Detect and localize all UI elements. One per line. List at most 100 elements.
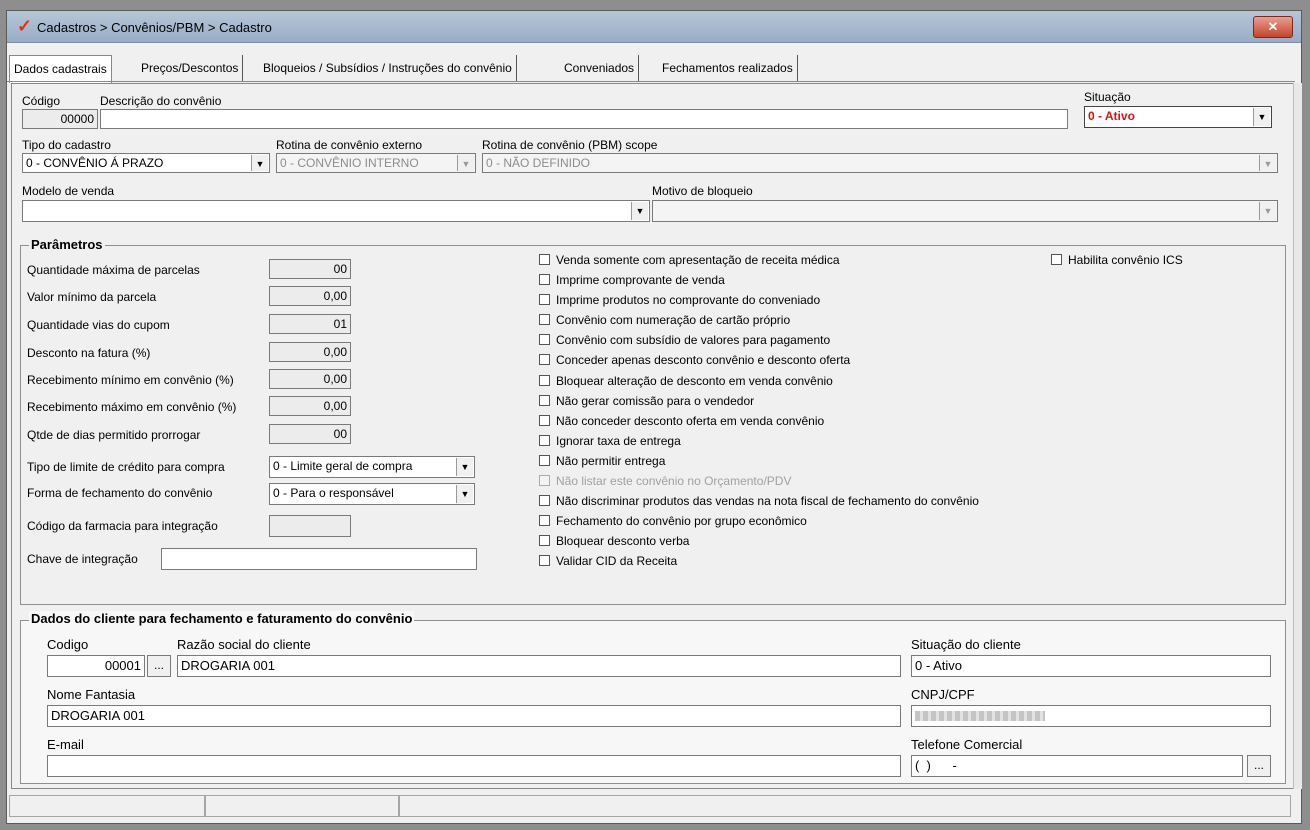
checkbox-label: Validar CID da Receita (556, 554, 678, 568)
checkbox-nao-discriminar[interactable]: Não discriminar produtos das vendas na n… (539, 492, 979, 510)
param-field-3[interactable]: 0,00 (269, 342, 351, 362)
cnpj-redacted (915, 711, 1045, 721)
status-cell-3 (399, 795, 1291, 817)
nome-fantasia-field[interactable]: DROGARIA 001 (47, 705, 901, 727)
chevron-down-icon: ▼ (251, 155, 268, 171)
checkbox-label: Convênio com subsídio de valores para pa… (556, 333, 831, 347)
razao-social-field[interactable]: DROGARIA 001 (177, 655, 901, 677)
checkbox-validar-cid[interactable]: Validar CID da Receita (539, 552, 677, 570)
checkbox-box[interactable] (539, 274, 550, 286)
checkbox-subsidio-valores[interactable]: Convênio com subsídio de valores para pa… (539, 331, 830, 349)
checkbox-box[interactable] (539, 495, 550, 507)
checkbox-label: Não listar este convênio no Orçamento/PD… (556, 474, 792, 488)
checkbox-label: Venda somente com apresentação de receit… (556, 253, 840, 267)
descricao-field[interactable] (100, 109, 1068, 129)
param-label-6: Qtde de dias permitido prorrogar (27, 428, 201, 442)
limite-credito-select[interactable]: 0 - Limite geral de compra ▼ (269, 456, 475, 478)
param-label-0: Quantidade máxima de parcelas (27, 263, 200, 277)
checkbox-label: Bloquear desconto verba (556, 534, 690, 548)
rotina-pbm-select[interactable]: 0 - NÃO DEFINIDO ▼ (482, 153, 1278, 173)
checkbox-nao-gerar-comissao[interactable]: Não gerar comissão para o vendedor (539, 392, 754, 410)
tab-bar: Dados cadastrais Preços/Descontos Bloque… (7, 55, 1301, 83)
checkbox-bloquear-alteracao[interactable]: Bloquear alteração de desconto em venda … (539, 372, 833, 390)
checkbox-bloquear-verba[interactable]: Bloquear desconto verba (539, 532, 689, 550)
checkbox-ignorar-taxa[interactable]: Ignorar taxa de entrega (539, 432, 681, 450)
chevron-down-icon: ▼ (631, 202, 648, 220)
situacao-cliente-field[interactable]: 0 - Ativo (911, 655, 1271, 677)
email-label: E-mail (47, 737, 84, 752)
checkbox-imprime-produtos[interactable]: Imprime produtos no comprovante do conve… (539, 291, 820, 309)
param-field-4[interactable]: 0,00 (269, 369, 351, 389)
chevron-down-icon: ▼ (1259, 155, 1276, 171)
vertical-scrollbar[interactable] (1293, 83, 1302, 789)
razao-social-label: Razão social do cliente (177, 637, 311, 652)
tab-conveniados[interactable]: Conveniados (560, 55, 640, 81)
cnpj-cpf-field[interactable] (911, 705, 1271, 727)
parametros-title: Parâmetros (29, 237, 105, 252)
chevron-down-icon: ▼ (1259, 202, 1276, 220)
checkbox-box[interactable] (539, 294, 550, 306)
cliente-codigo-field[interactable]: 00001 (47, 655, 145, 677)
cnpj-cpf-label: CNPJ/CPF (911, 687, 975, 702)
checkbox-box[interactable] (539, 314, 550, 326)
modelo-venda-label: Modelo de venda (22, 184, 115, 198)
email-field[interactable] (47, 755, 901, 777)
checkbox-label: Convênio com numeração de cartão próprio (556, 313, 791, 327)
situacao-cliente-label: Situação do cliente (911, 637, 1021, 652)
chave-integracao-field[interactable] (161, 548, 477, 570)
tab-bloqueios-subsidios[interactable]: Bloqueios / Subsídios / Instruções do co… (259, 55, 517, 81)
tipo-cadastro-label: Tipo do cadastro (22, 138, 111, 152)
param-field-5[interactable]: 0,00 (269, 396, 351, 416)
checkbox-cartao-proprio[interactable]: Convênio com numeração de cartão próprio (539, 311, 790, 329)
codigo-farmacia-field[interactable] (269, 515, 351, 537)
close-button[interactable]: ✕ (1253, 16, 1293, 38)
check-logo-icon: ✓ (17, 16, 33, 36)
checkbox-box[interactable] (1051, 254, 1062, 266)
modelo-venda-select[interactable]: ▼ (22, 200, 650, 222)
checkbox-box[interactable] (539, 354, 550, 366)
checkbox-nao-conceder-oferta[interactable]: Não conceder desconto oferta em venda co… (539, 412, 824, 430)
main-window: ✓ Cadastros > Convênios/PBM > Cadastro ✕… (6, 10, 1302, 824)
param-field-1[interactable]: 0,00 (269, 286, 351, 306)
situacao-select[interactable]: 0 - Ativo ▼ (1084, 106, 1272, 128)
checkbox-box[interactable] (539, 334, 550, 346)
parametros-group: Parâmetros Quantidade máxima de parcelas… (20, 237, 1286, 605)
param-field-2[interactable]: 01 (269, 314, 351, 334)
checkbox-box[interactable] (539, 535, 550, 547)
checkbox-box[interactable] (539, 395, 550, 407)
checkbox-box[interactable] (539, 515, 550, 527)
telefone-field[interactable]: ( ) - (911, 755, 1243, 777)
tab-precos-descontos[interactable]: Preços/Descontos (137, 55, 244, 81)
telefone-button[interactable]: ... (1247, 755, 1271, 777)
forma-fechamento-select[interactable]: 0 - Para o responsável ▼ (269, 483, 475, 505)
checkbox-label: Não permitir entrega (556, 454, 666, 468)
checkbox-box[interactable] (539, 435, 550, 447)
tab-dados-cadastrais[interactable]: Dados cadastrais (9, 55, 112, 83)
cliente-search-button[interactable]: ... (147, 655, 171, 677)
checkbox-box[interactable] (539, 475, 550, 487)
window-title: Cadastros > Convênios/PBM > Cadastro (37, 20, 272, 35)
checkbox-box[interactable] (539, 375, 550, 387)
checkbox-desconto-oferta[interactable]: Conceder apenas desconto convênio e desc… (539, 351, 850, 369)
param-field-0[interactable]: 00 (269, 259, 351, 279)
checkbox-receita-medica[interactable]: Venda somente com apresentação de receit… (539, 251, 840, 269)
tab-fechamentos-realizados[interactable]: Fechamentos realizados (658, 55, 798, 81)
checkbox-box[interactable] (539, 555, 550, 567)
checkbox-box[interactable] (539, 455, 550, 467)
checkbox-box[interactable] (539, 415, 550, 427)
rotina-externo-select[interactable]: 0 - CONVÊNIO INTERNO ▼ (276, 153, 476, 173)
chevron-down-icon: ▼ (457, 155, 474, 171)
checkbox-nao-listar-pdv[interactable]: Não listar este convênio no Orçamento/PD… (539, 472, 791, 490)
param-field-6[interactable]: 00 (269, 424, 351, 444)
codigo-field[interactable]: 00000 (22, 109, 98, 129)
tipo-cadastro-select[interactable]: 0 - CONVÊNIO Á PRAZO ▼ (22, 153, 270, 173)
checkbox-label: Não conceder desconto oferta em venda co… (556, 414, 825, 428)
checkbox-grupo-economico[interactable]: Fechamento do convênio por grupo econômi… (539, 512, 807, 530)
codigo-label: Código (22, 94, 61, 108)
cliente-codigo-label: Codigo (47, 637, 89, 652)
checkbox-box[interactable] (539, 254, 550, 266)
checkbox-nao-permitir-entrega[interactable]: Não permitir entrega (539, 452, 665, 470)
checkbox-imprime-comprovante[interactable]: Imprime comprovante de venda (539, 271, 725, 289)
motivo-bloqueio-select[interactable]: ▼ (652, 200, 1278, 222)
checkbox-habilita-ics[interactable]: Habilita convênio ICS (1051, 251, 1183, 269)
